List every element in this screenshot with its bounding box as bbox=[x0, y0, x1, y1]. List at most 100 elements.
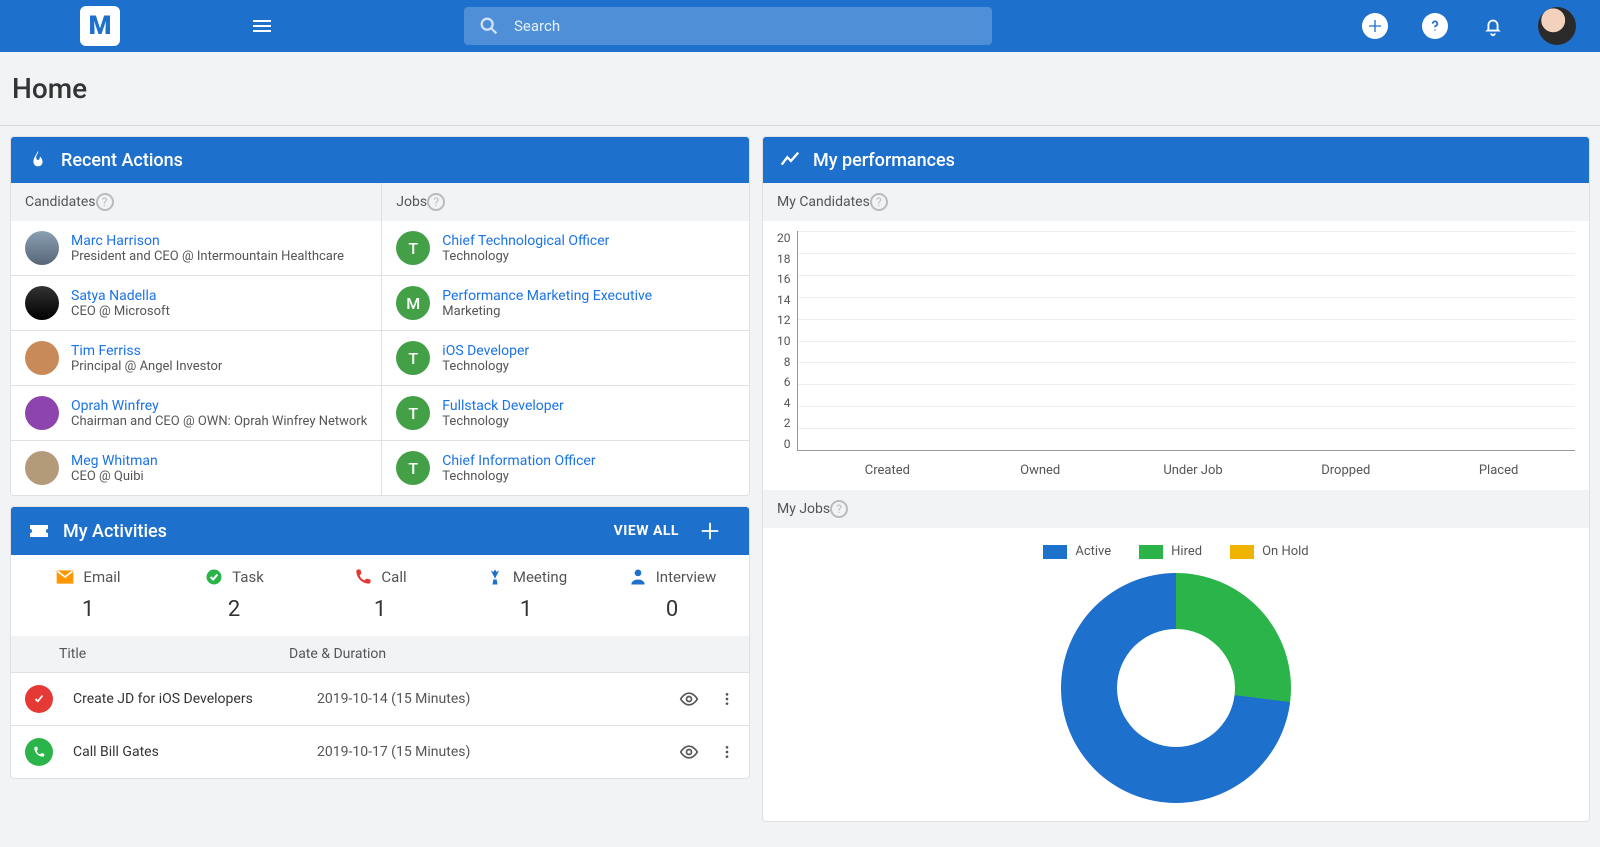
job-subtitle: Marketing bbox=[442, 304, 652, 319]
search-input[interactable]: Search bbox=[464, 7, 992, 45]
my-performances-header: My performances bbox=[763, 137, 1589, 183]
meeting-icon bbox=[485, 567, 505, 587]
help-icon[interactable]: ? bbox=[427, 193, 445, 211]
eye-icon[interactable] bbox=[679, 742, 699, 762]
bar-category-label: Created bbox=[811, 463, 964, 478]
candidate-subtitle: President and CEO @ Intermountain Health… bbox=[71, 249, 344, 264]
search-icon bbox=[478, 15, 500, 37]
candidate-name[interactable]: Meg Whitman bbox=[71, 453, 158, 469]
activities-col-date: Date & Duration bbox=[289, 646, 735, 662]
jobs-donut-chart bbox=[1061, 573, 1291, 803]
job-item[interactable]: T Chief Technological Officer Technology bbox=[382, 221, 749, 275]
help-icon[interactable]: ? bbox=[870, 193, 888, 211]
job-name[interactable]: Fullstack Developer bbox=[442, 398, 564, 414]
more-icon[interactable] bbox=[719, 742, 735, 762]
more-icon[interactable] bbox=[719, 689, 735, 709]
app-logo[interactable]: M bbox=[80, 6, 120, 46]
page-title: Home bbox=[0, 52, 1600, 126]
activity-type-label: Interview bbox=[656, 568, 717, 586]
candidates-bar-chart: 20181614121086420 bbox=[763, 221, 1589, 457]
activity-type-label: Meeting bbox=[513, 568, 567, 586]
my-activities-header: My Activities VIEW ALL bbox=[11, 507, 749, 555]
activity-summary-item[interactable]: Task 2 bbox=[161, 567, 307, 622]
job-item[interactable]: T Chief Information Officer Technology bbox=[382, 440, 749, 495]
job-subtitle: Technology bbox=[442, 359, 529, 374]
candidate-item[interactable]: Meg Whitman CEO @ Quibi bbox=[11, 440, 381, 495]
interview-icon bbox=[628, 567, 648, 587]
notifications-button[interactable] bbox=[1482, 15, 1504, 37]
activities-col-title: Title bbox=[59, 646, 289, 662]
job-item[interactable]: M Performance Marketing Executive Market… bbox=[382, 275, 749, 330]
eye-icon[interactable] bbox=[679, 689, 699, 709]
activity-row[interactable]: Call Bill Gates 2019-10-17 (15 Minutes) bbox=[11, 725, 749, 778]
activity-row[interactable]: Create JD for iOS Developers 2019-10-14 … bbox=[11, 672, 749, 725]
recent-actions-panel: Recent Actions Candidates ? Marc Harriso… bbox=[10, 136, 750, 496]
candidate-item[interactable]: Marc Harrison President and CEO @ Interm… bbox=[11, 221, 381, 275]
my-jobs-subheader: My Jobs bbox=[777, 501, 830, 517]
help-icon[interactable]: ? bbox=[830, 500, 848, 518]
view-all-link[interactable]: VIEW ALL bbox=[614, 523, 679, 539]
ticket-icon bbox=[27, 519, 51, 543]
candidate-name[interactable]: Oprah Winfrey bbox=[71, 398, 367, 414]
candidate-name[interactable]: Satya Nadella bbox=[71, 288, 170, 304]
top-bar: M Search bbox=[0, 0, 1600, 52]
activity-summary-item[interactable]: Meeting 1 bbox=[453, 567, 599, 622]
bar-category-label: Placed bbox=[1422, 463, 1575, 478]
activity-type-label: Task bbox=[232, 568, 264, 586]
bar-category-label: Dropped bbox=[1269, 463, 1422, 478]
activity-summary-item[interactable]: Call 1 bbox=[307, 567, 453, 622]
my-candidates-subheader: My Candidates bbox=[777, 194, 870, 210]
job-name[interactable]: iOS Developer bbox=[442, 343, 529, 359]
job-subtitle: Technology bbox=[442, 414, 564, 429]
bar-category-label: Under Job bbox=[1117, 463, 1270, 478]
job-avatar: T bbox=[396, 396, 430, 430]
job-item[interactable]: T iOS Developer Technology bbox=[382, 330, 749, 385]
bar-category-label: Owned bbox=[964, 463, 1117, 478]
help-button[interactable] bbox=[1422, 13, 1448, 39]
legend-item: On Hold bbox=[1230, 544, 1309, 559]
candidate-item[interactable]: Tim Ferriss Principal @ Angel Investor bbox=[11, 330, 381, 385]
candidate-name[interactable]: Marc Harrison bbox=[71, 233, 344, 249]
activity-type-label: Email bbox=[83, 568, 120, 586]
candidate-item[interactable]: Oprah Winfrey Chairman and CEO @ OWN: Op… bbox=[11, 385, 381, 440]
my-performances-panel: My performances My Candidates ? 20181614… bbox=[762, 136, 1590, 822]
activity-count: 2 bbox=[228, 597, 240, 622]
activity-count: 1 bbox=[374, 597, 386, 622]
fire-icon bbox=[27, 149, 49, 171]
user-avatar[interactable] bbox=[1538, 7, 1576, 45]
candidate-item[interactable]: Satya Nadella CEO @ Microsoft bbox=[11, 275, 381, 330]
jobs-subheader: Jobs bbox=[396, 194, 427, 210]
job-avatar: T bbox=[396, 341, 430, 375]
hamburger-icon bbox=[250, 14, 274, 38]
activity-summary-item[interactable]: Interview 0 bbox=[599, 567, 745, 622]
recent-actions-header: Recent Actions bbox=[11, 137, 749, 183]
job-name[interactable]: Performance Marketing Executive bbox=[442, 288, 652, 304]
help-icon[interactable]: ? bbox=[96, 193, 114, 211]
candidate-name[interactable]: Tim Ferriss bbox=[71, 343, 222, 359]
job-name[interactable]: Chief Information Officer bbox=[442, 453, 595, 469]
activity-date: 2019-10-17 (15 Minutes) bbox=[317, 744, 665, 760]
menu-button[interactable] bbox=[250, 14, 274, 38]
task-badge-icon bbox=[25, 685, 53, 713]
job-item[interactable]: T Fullstack Developer Technology bbox=[382, 385, 749, 440]
candidates-subheader: Candidates bbox=[25, 194, 96, 210]
candidate-avatar bbox=[25, 396, 59, 430]
recent-candidates-column: Candidates ? Marc Harrison President and… bbox=[11, 183, 382, 495]
task-icon bbox=[204, 567, 224, 587]
candidate-avatar bbox=[25, 341, 59, 375]
add-activity-button[interactable] bbox=[699, 520, 721, 542]
my-activities-panel: My Activities VIEW ALL Email 1 Task 2 Ca… bbox=[10, 506, 750, 779]
add-button[interactable] bbox=[1362, 13, 1388, 39]
chart-line-icon bbox=[779, 149, 801, 171]
candidate-avatar bbox=[25, 451, 59, 485]
activity-title: Call Bill Gates bbox=[73, 744, 303, 760]
activity-title: Create JD for iOS Developers bbox=[73, 691, 303, 707]
job-name[interactable]: Chief Technological Officer bbox=[442, 233, 609, 249]
call-icon bbox=[353, 567, 373, 587]
job-subtitle: Technology bbox=[442, 469, 595, 484]
activity-summary-item[interactable]: Email 1 bbox=[15, 567, 161, 622]
candidate-subtitle: Principal @ Angel Investor bbox=[71, 359, 222, 374]
candidate-subtitle: CEO @ Quibi bbox=[71, 469, 158, 484]
plus-icon bbox=[1367, 18, 1383, 34]
legend-item: Hired bbox=[1139, 544, 1202, 559]
